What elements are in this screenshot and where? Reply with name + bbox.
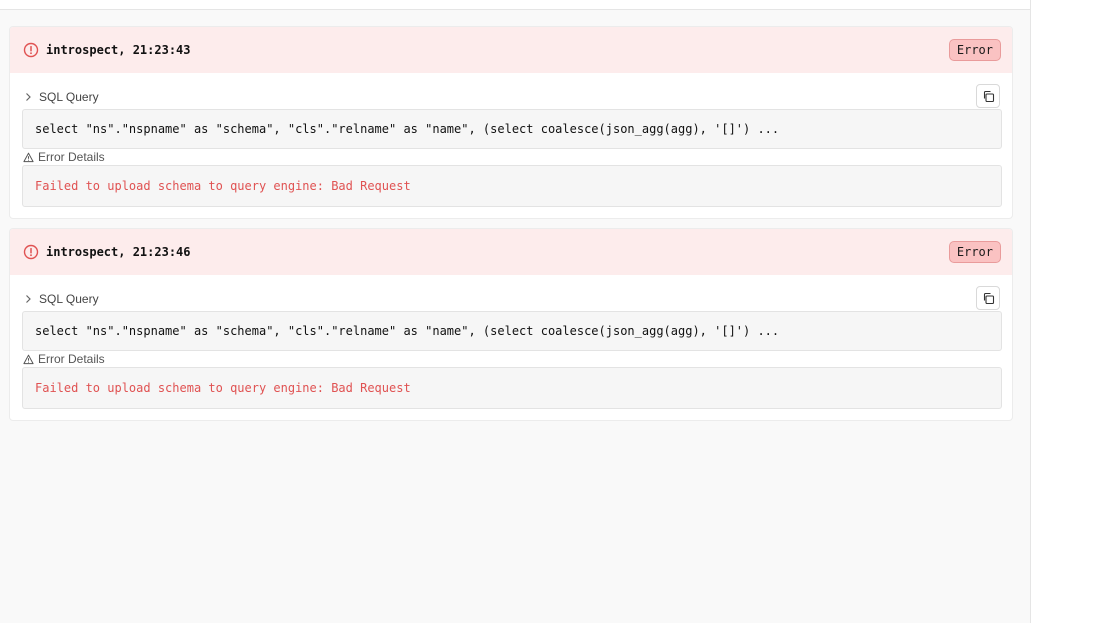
copy-icon bbox=[983, 90, 994, 102]
chevron-right-icon bbox=[26, 93, 31, 101]
sql-query-text: select "ns"."nspname" as "schema", "cls"… bbox=[22, 109, 1002, 149]
log-entry-title: introspect, 21:23:46 bbox=[46, 245, 191, 259]
log-entry: introspect, 21:23:46 Error SQL Query sel… bbox=[9, 228, 1013, 421]
error-message: Failed to upload schema to query engine:… bbox=[22, 165, 1002, 207]
log-entry-title: introspect, 21:23:43 bbox=[46, 43, 191, 57]
error-details-header: Error Details bbox=[23, 352, 105, 366]
chevron-right-icon bbox=[26, 295, 31, 303]
warning-triangle-icon bbox=[23, 354, 34, 364]
log-entry-header: introspect, 21:23:46 Error bbox=[10, 229, 1012, 275]
error-details-label: Error Details bbox=[38, 150, 105, 164]
status-badge: Error bbox=[948, 39, 1001, 61]
error-details-header: Error Details bbox=[23, 150, 105, 164]
error-message: Failed to upload schema to query engine:… bbox=[22, 367, 1002, 409]
sql-query-toggle[interactable]: SQL Query bbox=[23, 88, 99, 106]
sql-query-label: SQL Query bbox=[39, 90, 99, 104]
warning-triangle-icon bbox=[23, 152, 34, 162]
error-details-label: Error Details bbox=[38, 352, 105, 366]
sql-query-label: SQL Query bbox=[39, 292, 99, 306]
copy-query-button[interactable] bbox=[976, 286, 1000, 310]
copy-query-button[interactable] bbox=[976, 84, 1000, 108]
log-panel: introspect, 21:23:43 Error SQL Query sel… bbox=[0, 0, 1031, 623]
status-badge: Error bbox=[948, 241, 1001, 263]
copy-icon bbox=[983, 292, 994, 304]
log-entry-header: introspect, 21:23:43 Error bbox=[10, 27, 1012, 73]
log-entry: introspect, 21:23:43 Error SQL Query sel… bbox=[9, 26, 1013, 219]
sql-query-text: select "ns"."nspname" as "schema", "cls"… bbox=[22, 311, 1002, 351]
panel-top-strip bbox=[0, 0, 1030, 10]
alert-circle-icon bbox=[23, 42, 39, 58]
sql-query-toggle[interactable]: SQL Query bbox=[23, 290, 99, 308]
alert-circle-icon bbox=[23, 244, 39, 260]
